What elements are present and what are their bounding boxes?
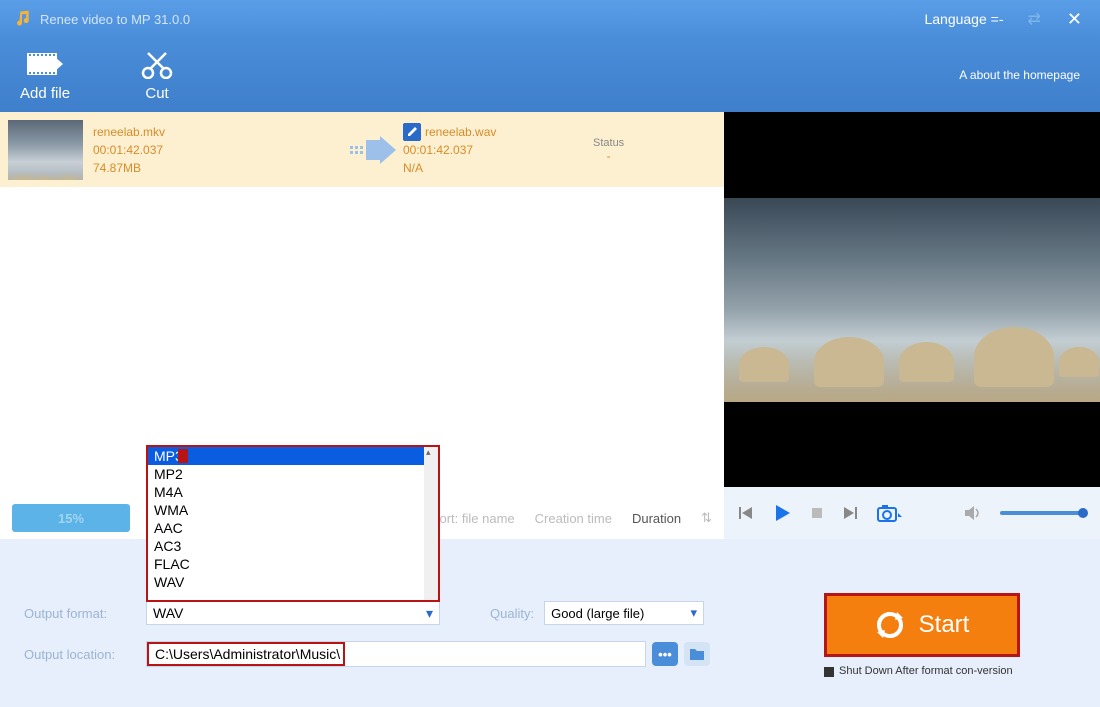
play-button[interactable] bbox=[772, 503, 792, 523]
shutdown-label: Shut Down After format con-version bbox=[839, 665, 1013, 677]
source-duration: 00:01:42.037 bbox=[93, 141, 343, 159]
checkbox-icon bbox=[824, 667, 834, 677]
format-option[interactable]: WAV bbox=[148, 573, 424, 591]
add-file-label: Add file bbox=[20, 85, 70, 102]
browse-location-button[interactable]: ••• bbox=[652, 642, 678, 666]
source-filename: reneelab.mkv bbox=[93, 123, 343, 141]
bottom-panel: Output format: MP3MP2M4AWMAAACAC3FLACWAV… bbox=[0, 539, 1100, 707]
open-folder-button[interactable] bbox=[684, 642, 710, 666]
format-option[interactable]: FLAC bbox=[148, 555, 424, 573]
preview-image bbox=[724, 112, 1100, 487]
sort-creation-time[interactable]: Creation time bbox=[535, 511, 612, 526]
about-homepage-link[interactable]: A about the homepage bbox=[959, 68, 1080, 82]
format-option[interactable]: WMA bbox=[148, 501, 424, 519]
volume-icon[interactable] bbox=[964, 505, 982, 521]
refresh-icon bbox=[875, 610, 905, 640]
output-info: reneelab.wav 00:01:42.037 N/A bbox=[403, 123, 593, 177]
film-icon bbox=[27, 49, 63, 79]
status-header: Status bbox=[593, 137, 624, 149]
source-size: 74.87MB bbox=[93, 159, 343, 177]
chevron-down-icon: ▾ bbox=[426, 605, 433, 622]
add-file-button[interactable]: Add file bbox=[20, 49, 70, 102]
sort-direction-icon[interactable]: ⇅ bbox=[701, 510, 712, 526]
status-value: - bbox=[593, 149, 624, 163]
title-bar: Renee video to MP 31.0.0 Language =- ⇄ ✕ bbox=[0, 0, 1100, 38]
snapshot-button[interactable] bbox=[876, 503, 902, 523]
toolbar: Add file Cut A about the homepage bbox=[0, 38, 1100, 112]
cut-button[interactable]: Cut bbox=[140, 49, 174, 102]
output-location-label: Output location: bbox=[24, 647, 146, 662]
output-location-value: C:\Users\Administrator\Music\ bbox=[147, 642, 345, 666]
output-format-value: WAV bbox=[153, 605, 183, 621]
quality-select[interactable]: Good (large file) ▾ bbox=[544, 601, 704, 625]
output-size: N/A bbox=[403, 159, 593, 177]
output-format-select[interactable]: WAV ▾ bbox=[146, 601, 440, 625]
format-option[interactable]: M4A bbox=[148, 483, 424, 501]
format-option[interactable]: MP2 bbox=[148, 465, 424, 483]
volume-slider[interactable] bbox=[1000, 511, 1086, 515]
app-icon bbox=[12, 9, 32, 29]
format-option[interactable]: AAC bbox=[148, 519, 424, 537]
prev-track-button[interactable] bbox=[738, 505, 754, 521]
sort-duration[interactable]: Duration bbox=[632, 511, 681, 526]
output-duration: 00:01:42.037 bbox=[403, 141, 593, 159]
edit-output-name-icon[interactable] bbox=[403, 123, 421, 141]
dropdown-scrollbar[interactable] bbox=[424, 447, 438, 600]
status-column: Status - bbox=[593, 137, 624, 163]
output-filename: reneelab.wav bbox=[425, 123, 496, 141]
format-option[interactable]: AC3 bbox=[148, 537, 424, 555]
source-info: reneelab.mkv 00:01:42.037 74.87MB bbox=[93, 123, 343, 177]
language-selector[interactable]: Language =- bbox=[924, 11, 1003, 27]
next-track-button[interactable] bbox=[842, 505, 858, 521]
progress-badge: 15% bbox=[12, 504, 130, 532]
player-controls bbox=[724, 487, 1100, 539]
quality-value: Good (large file) bbox=[551, 606, 644, 621]
shutdown-after-checkbox[interactable]: Shut Down After format con-version bbox=[824, 665, 1034, 677]
output-location-input[interactable]: C:\Users\Administrator\Music\ bbox=[146, 641, 646, 667]
close-button[interactable]: ✕ bbox=[1061, 9, 1088, 30]
format-option[interactable]: MP3 bbox=[148, 447, 424, 465]
file-row[interactable]: reneelab.mkv 00:01:42.037 74.87MB reneel… bbox=[0, 112, 724, 187]
source-thumbnail bbox=[8, 120, 83, 180]
start-button[interactable]: Start bbox=[824, 593, 1020, 657]
start-label: Start bbox=[919, 611, 970, 639]
chevron-down-icon: ▾ bbox=[691, 605, 698, 621]
stop-button[interactable] bbox=[810, 506, 824, 520]
scissors-icon bbox=[140, 49, 174, 79]
app-title: Renee video to MP 31.0.0 bbox=[40, 12, 924, 27]
cut-label: Cut bbox=[145, 85, 168, 102]
preview-pane bbox=[724, 112, 1100, 539]
arrow-icon bbox=[343, 136, 403, 164]
sort-label: Sort: file name bbox=[431, 511, 515, 526]
quality-label: Quality: bbox=[490, 606, 534, 621]
output-format-dropdown-list[interactable]: MP3MP2M4AWMAAACAC3FLACWAV bbox=[146, 445, 440, 602]
output-format-label: Output format: bbox=[24, 606, 146, 621]
swap-icon[interactable]: ⇄ bbox=[1028, 9, 1041, 29]
